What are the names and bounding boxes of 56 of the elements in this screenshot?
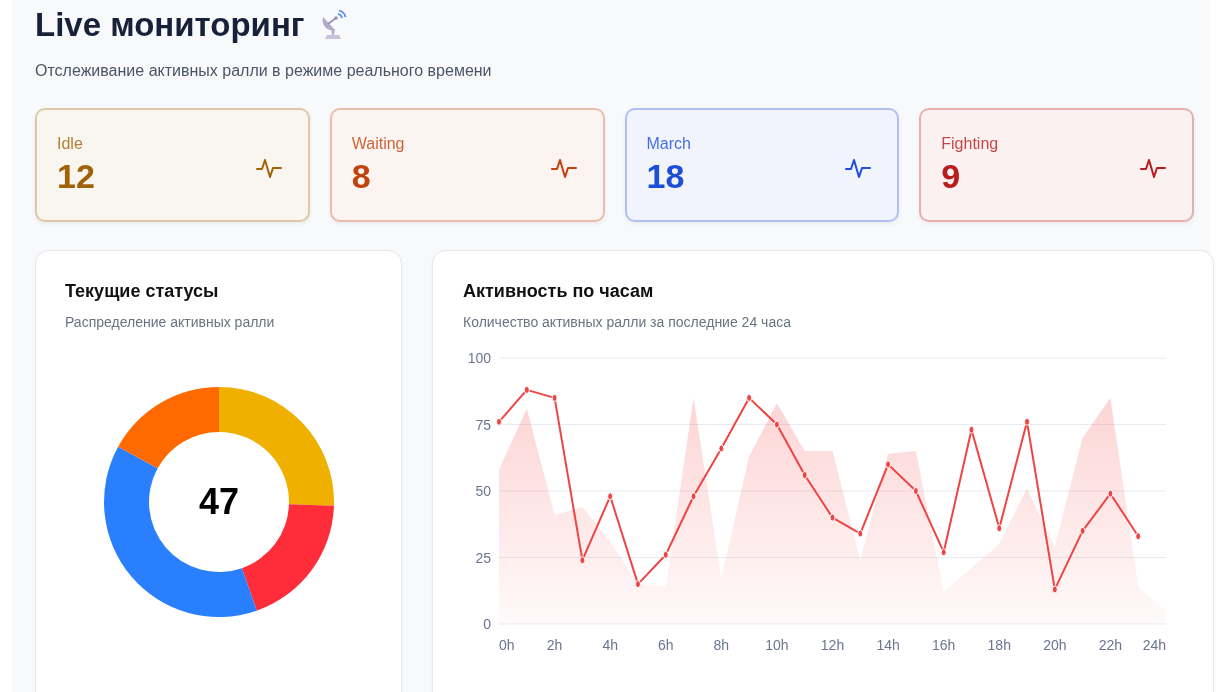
point [579, 556, 586, 565]
stat-value: 9 [941, 156, 962, 196]
x-axis-label: 20h [1043, 637, 1067, 653]
stat-value: 8 [351, 156, 372, 196]
point [857, 529, 864, 538]
point [1107, 489, 1114, 498]
y-axis-label: 50 [475, 483, 491, 499]
x-axis-label: 4h [602, 637, 618, 653]
x-axis-label: 16h [932, 637, 956, 653]
point [968, 425, 975, 434]
card-title: Текущие статусы [65, 281, 220, 302]
point [996, 524, 1003, 533]
y-axis-label: 0 [483, 616, 491, 632]
point [829, 513, 836, 522]
point [607, 492, 614, 501]
x-axis-label: 10h [765, 637, 789, 653]
x-axis-label: 12h [820, 637, 845, 653]
page-subtitle: Отслеживание активных ралли в режиме реального времени [35, 62, 493, 80]
point [662, 550, 669, 559]
x-axis-label: 22h [1098, 637, 1123, 653]
stat-label: Fighting [941, 134, 999, 153]
point [801, 471, 808, 480]
card-subtitle: Количество активных ралли за последние 24 часа [463, 314, 792, 330]
donut-total: 47 [199, 481, 239, 522]
point [551, 393, 558, 402]
point [1051, 585, 1058, 594]
stat-value: 12 [57, 156, 95, 196]
x-axis-label: 2h [546, 637, 563, 653]
point [1024, 417, 1031, 426]
point [885, 460, 892, 469]
point [634, 580, 641, 589]
x-axis-label: 0h [499, 637, 515, 653]
y-axis-label: 75 [475, 416, 491, 433]
point [912, 487, 919, 495]
point [940, 548, 947, 557]
card-subtitle: Распределение активных ралли [65, 314, 276, 330]
page-title: Live мониторинг [35, 6, 305, 44]
point [690, 492, 697, 501]
x-axis-label: 8h [713, 637, 730, 653]
point [773, 420, 780, 429]
x-axis-label: 6h [657, 637, 674, 653]
x-axis-label: 14h [876, 637, 900, 653]
point [523, 385, 530, 394]
y-axis-label: 25 [475, 549, 491, 566]
point [746, 393, 753, 402]
stat-label: March [646, 134, 691, 153]
x-axis-label: 24h [1142, 637, 1166, 653]
point [1079, 526, 1086, 535]
stat-label: Idle [57, 134, 84, 153]
x-axis-label: 18h [987, 637, 1011, 653]
y-axis-label: 100 [467, 350, 491, 366]
card-title: Активность по часам [463, 281, 655, 302]
point [718, 444, 725, 453]
point [1135, 532, 1142, 541]
stat-label: Waiting [351, 134, 405, 153]
stat-value: 18 [646, 156, 686, 196]
